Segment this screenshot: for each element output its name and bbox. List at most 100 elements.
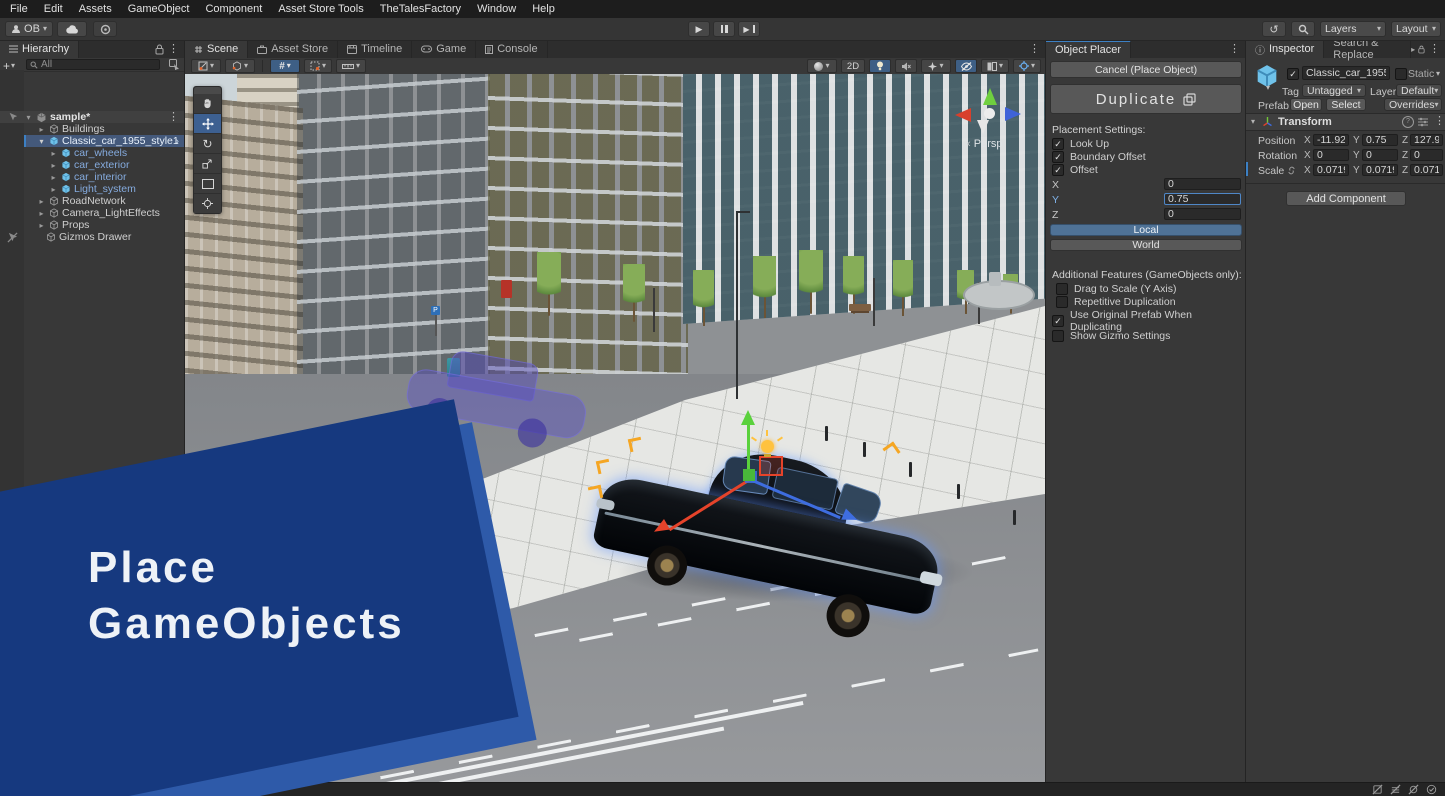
rotation-x-input[interactable]: [1313, 149, 1349, 161]
duplicate-button[interactable]: Duplicate: [1050, 84, 1242, 114]
status-fog-off-icon[interactable]: [1390, 784, 1401, 795]
status-refresh-off-icon[interactable]: [1408, 784, 1419, 795]
menu-asset-store-tools[interactable]: Asset Store Tools: [278, 3, 363, 15]
tab-timeline[interactable]: Timeline: [338, 40, 412, 58]
hierarchy-item-buildings[interactable]: ▸ Buildings: [24, 123, 184, 135]
check-drag-to-scale[interactable]: Drag to Scale (Y Axis): [1056, 283, 1177, 295]
account-button[interactable]: OB ▾: [5, 21, 53, 37]
space-local-button[interactable]: Local: [1050, 224, 1242, 236]
lock-icon[interactable]: [155, 44, 164, 55]
hierarchy-item-light-system[interactable]: ▸ Light_system: [24, 183, 184, 195]
transform-foldout[interactable]: ▾: [1251, 117, 1255, 126]
axis-y-cone[interactable]: [983, 88, 997, 105]
grid-visibility-button[interactable]: # ▾: [270, 59, 300, 73]
inspector-kebab[interactable]: ⋮: [1429, 44, 1440, 55]
axis-x-cone[interactable]: [955, 108, 971, 122]
move-tool-button[interactable]: [194, 114, 221, 134]
gizmo-center-handle[interactable]: [743, 469, 755, 481]
space-world-button[interactable]: World: [1050, 239, 1242, 251]
gizmo-y-arrow[interactable]: [741, 410, 755, 425]
menu-assets[interactable]: Assets: [79, 3, 112, 15]
prefab-icon-caret[interactable]: ▾: [1266, 84, 1270, 92]
collab-target-button[interactable]: [93, 21, 117, 37]
shading-mode-button[interactable]: ▾: [807, 59, 837, 73]
scene-effects-button[interactable]: ▾: [921, 59, 951, 73]
palette-drag-handle[interactable]: [194, 87, 221, 94]
gizmo-center[interactable]: [984, 108, 995, 119]
snap-increment-button[interactable]: ▾: [336, 59, 366, 73]
tool-handle-button[interactable]: ▾: [191, 59, 221, 73]
add-component-button[interactable]: Add Component: [1286, 191, 1406, 206]
scale-y-input[interactable]: [1362, 164, 1398, 176]
prefab-overrides-dropdown[interactable]: Overrides▾: [1384, 98, 1442, 111]
menu-window[interactable]: Window: [477, 3, 516, 15]
search-button[interactable]: [1291, 21, 1315, 37]
hierarchy-item-car-interior[interactable]: ▸ car_interior: [24, 171, 184, 183]
tab-scene[interactable]: Scene: [185, 40, 248, 58]
scene-lighting-button[interactable]: [869, 59, 891, 73]
undo-history-button[interactable]: ↺: [1262, 21, 1286, 37]
tag-dropdown[interactable]: Untagged▾: [1302, 84, 1366, 97]
hierarchy-menu-kebab[interactable]: ⋮: [168, 44, 179, 55]
scene-row-kebab[interactable]: ⋮: [168, 112, 179, 123]
offset-z-input[interactable]: [1164, 208, 1241, 220]
hand-tool-button[interactable]: [194, 94, 221, 114]
layers-dropdown[interactable]: Layers▾: [1320, 21, 1386, 37]
hierarchy-search-input[interactable]: All: [26, 59, 160, 70]
check-look-up[interactable]: ✓ Look Up: [1052, 138, 1109, 150]
scene-audio-button[interactable]: [895, 59, 917, 73]
prefab-open-button[interactable]: Open: [1290, 98, 1322, 111]
tab-game[interactable]: Game: [412, 40, 476, 58]
placer-kebab[interactable]: ⋮: [1229, 44, 1240, 55]
gizmo-plane-handle[interactable]: [759, 456, 783, 476]
transform-tool-button[interactable]: [194, 194, 221, 213]
tab-search-replace[interactable]: Search & Replace: [1324, 40, 1411, 58]
hierarchy-item-camera-lighteffects[interactable]: ▸ Camera_LightEffects: [24, 207, 184, 219]
offset-x-input[interactable]: [1164, 178, 1241, 190]
scale-z-input[interactable]: [1410, 164, 1443, 176]
scene-picker-icon[interactable]: [169, 59, 180, 70]
axis-neg-cone[interactable]: [977, 120, 989, 134]
status-ok-icon[interactable]: [1426, 784, 1437, 795]
layout-dropdown[interactable]: Layout▾: [1391, 21, 1441, 37]
snap-button[interactable]: ▾: [304, 59, 332, 73]
transform-kebab[interactable]: ⋮: [1434, 116, 1445, 127]
check-show-gizmo-settings[interactable]: Show Gizmo Settings: [1052, 330, 1170, 342]
scale-link-icon[interactable]: [1286, 166, 1297, 175]
layer-dropdown[interactable]: Default▾: [1396, 84, 1442, 97]
hierarchy-item-car-wheels[interactable]: ▸ car_wheels: [24, 147, 184, 159]
rotation-y-input[interactable]: [1362, 149, 1398, 161]
presets-icon[interactable]: [1418, 117, 1428, 127]
hierarchy-item-gizmos-drawer[interactable]: Gizmos Drawer: [24, 231, 184, 243]
scale-tool-button[interactable]: [194, 154, 221, 174]
hierarchy-item-car-exterior[interactable]: ▸ car_exterior: [24, 159, 184, 171]
menu-gameobject[interactable]: GameObject: [128, 3, 190, 15]
cancel-place-object-button[interactable]: Cancel (Place Object): [1050, 61, 1242, 78]
pickability-off-icon[interactable]: [7, 232, 18, 243]
hierarchy-item-props[interactable]: ▸ Props: [24, 219, 184, 231]
tab-object-placer[interactable]: Object Placer: [1046, 40, 1131, 58]
cloud-button[interactable]: [57, 21, 87, 37]
position-y-input[interactable]: [1362, 134, 1398, 146]
persp-label[interactable]: ‹ Persp: [967, 138, 1002, 150]
pointer-icon[interactable]: [8, 112, 18, 122]
tab-console[interactable]: Console: [476, 40, 547, 58]
status-paint-off-icon[interactable]: [1372, 784, 1383, 795]
scene-viewport[interactable]: P: [185, 74, 1045, 783]
menu-edit[interactable]: Edit: [44, 3, 63, 15]
transform-header[interactable]: ▾ Transform ? ⋮: [1246, 113, 1445, 131]
gameobject-name-input[interactable]: [1302, 66, 1390, 80]
tab-asset-store[interactable]: Asset Store: [248, 40, 338, 58]
active-checkbox[interactable]: ✓: [1287, 68, 1299, 80]
2d-toggle-button[interactable]: 2D: [841, 59, 865, 73]
menu-component[interactable]: Component: [205, 3, 262, 15]
tab-overflow-arrow[interactable]: ▸: [1411, 45, 1415, 54]
gizmos-button[interactable]: ▾: [1013, 59, 1041, 73]
offset-y-input[interactable]: [1164, 193, 1241, 205]
check-offset[interactable]: ✓ Offset: [1052, 164, 1098, 176]
pivot-rotation-button[interactable]: ▾: [225, 59, 255, 73]
menu-file[interactable]: File: [10, 3, 28, 15]
play-button[interactable]: ▶: [688, 21, 710, 37]
pause-button[interactable]: [713, 21, 735, 37]
prefab-select-button[interactable]: Select: [1326, 98, 1366, 111]
